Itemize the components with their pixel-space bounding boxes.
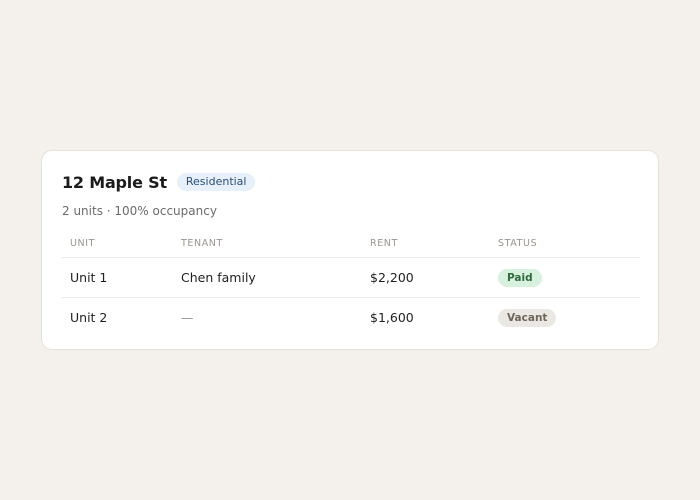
property-card: 12 Maple St Residential 2 units · 100% o…	[41, 150, 659, 350]
status-badge: Paid	[498, 268, 542, 287]
property-type-badge: Residential	[176, 173, 256, 191]
table-header-row: UNIT TENANT RENT STATUS	[62, 229, 640, 258]
column-header-unit: UNIT	[62, 229, 173, 258]
column-header-tenant: TENANT	[173, 229, 362, 258]
table-row[interactable]: Unit 1 Chen family $2,200 Paid	[62, 257, 640, 298]
property-title: 12 Maple St	[62, 172, 167, 192]
rent-cell: $1,600	[370, 310, 414, 325]
tenant-cell: —	[181, 310, 194, 325]
unit-cell: Unit 1	[62, 257, 173, 298]
status-cell: Vacant	[490, 298, 640, 338]
property-header: 12 Maple St Residential	[62, 171, 638, 193]
table-row[interactable]: Unit 2 — $1,600 Vacant	[62, 298, 640, 338]
tenant-cell: Chen family	[173, 257, 362, 298]
status-badge: Vacant	[498, 308, 557, 327]
status-cell: Paid	[490, 257, 640, 298]
column-header-status: STATUS	[490, 229, 640, 258]
rent-cell: $2,200	[362, 257, 490, 298]
unit-cell: Unit 2	[70, 310, 108, 325]
units-table: UNIT TENANT RENT STATUS Unit 1 Chen fami…	[62, 229, 640, 337]
property-summary: 2 units · 100% occupancy	[62, 204, 217, 218]
column-header-rent: RENT	[362, 229, 490, 258]
